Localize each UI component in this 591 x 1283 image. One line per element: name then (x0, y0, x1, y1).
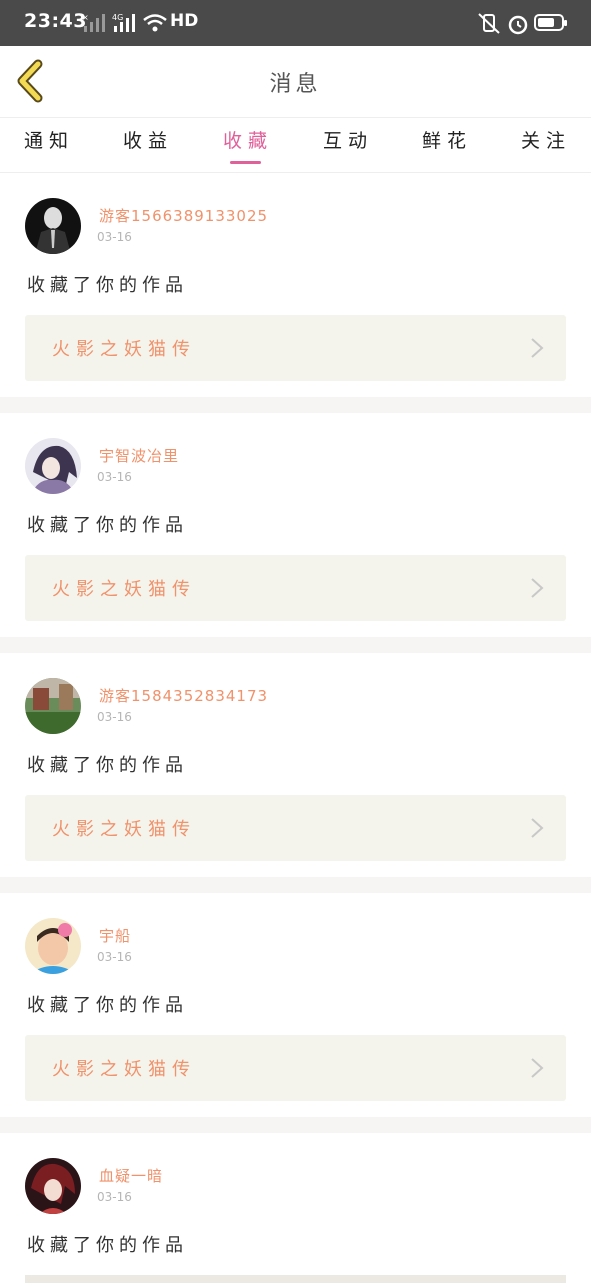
svg-text:×: × (82, 13, 89, 22)
tab-interaction[interactable]: 互动 (313, 126, 383, 153)
list-item: 游客1584352834173 03-16 收藏了你的作品 火影之妖猫传 (0, 653, 591, 877)
chevron-right-icon (531, 1058, 544, 1078)
avatar[interactable] (25, 438, 81, 494)
list-item: 宇船 03-16 收藏了你的作品 火影之妖猫传 (0, 893, 591, 1117)
message-date: 03-16 (97, 230, 132, 244)
list-item: 血疑一暗 03-16 收藏了你的作品 (0, 1133, 591, 1283)
message-date: 03-16 (97, 710, 132, 724)
work-title: 火影之妖猫传 (52, 339, 196, 360)
work-link[interactable]: 火影之妖猫传 (25, 555, 566, 621)
avatar[interactable] (25, 1158, 81, 1214)
message-date: 03-16 (97, 1190, 132, 1204)
user-avatar-icon (25, 198, 81, 254)
signal-4g-icon: 4G (112, 13, 135, 32)
user-avatar-icon (25, 438, 81, 494)
list-item: 游客1566389133025 03-16 收藏了你的作品 火影之妖猫传 (0, 173, 591, 397)
avatar[interactable] (25, 678, 81, 734)
work-link[interactable]: 火影之妖猫传 (25, 1035, 566, 1101)
battery-icon (534, 14, 567, 31)
work-title: 火影之妖猫传 (52, 819, 196, 840)
tab-earnings[interactable]: 收益 (113, 126, 183, 153)
alarm-icon (508, 15, 528, 35)
message-tabs: 通知 收益 收藏 互动 鲜花 关注 (0, 118, 591, 173)
status-time: 23:43 (24, 10, 87, 32)
message-text: 收藏了你的作品 (27, 275, 188, 296)
username[interactable]: 游客1566389133025 (99, 205, 268, 226)
username[interactable]: 血疑一暗 (99, 1165, 163, 1186)
work-title: 火影之妖猫传 (52, 579, 196, 600)
signal-icon: × (82, 13, 105, 32)
message-text: 收藏了你的作品 (27, 1235, 188, 1256)
username[interactable]: 宇船 (99, 925, 131, 946)
network-label: HD (170, 11, 199, 31)
vibrate-icon (478, 13, 500, 34)
work-link[interactable]: 火影之妖猫传 (25, 795, 566, 861)
tab-notice[interactable]: 通知 (14, 126, 84, 153)
app-header: 消息 (0, 46, 591, 118)
tab-flowers[interactable]: 鲜花 (412, 126, 482, 153)
status-bar: 23:43 × 4G HD (0, 0, 591, 46)
avatar[interactable] (25, 918, 81, 974)
tab-follow[interactable]: 关注 (511, 126, 581, 153)
page-title: 消息 (269, 72, 322, 97)
username[interactable]: 宇智波冶里 (99, 445, 179, 466)
list-item: 宇智波冶里 03-16 收藏了你的作品 火影之妖猫传 (0, 413, 591, 637)
avatar[interactable] (25, 198, 81, 254)
active-tab-indicator (230, 161, 261, 164)
message-date: 03-16 (97, 470, 132, 484)
work-title: 火影之妖猫传 (52, 1059, 196, 1080)
tab-favorites[interactable]: 收藏 (213, 126, 283, 153)
chevron-right-icon (531, 578, 544, 598)
message-text: 收藏了你的作品 (27, 995, 188, 1016)
username[interactable]: 游客1584352834173 (99, 685, 268, 706)
message-text: 收藏了你的作品 (27, 515, 188, 536)
user-avatar-icon (25, 1158, 81, 1214)
svg-text:4G: 4G (112, 13, 123, 22)
user-avatar-icon (25, 918, 81, 974)
chevron-right-icon (531, 818, 544, 838)
work-link[interactable] (25, 1275, 566, 1283)
user-avatar-icon (25, 678, 81, 734)
chevron-right-icon (531, 338, 544, 358)
message-text: 收藏了你的作品 (27, 755, 188, 776)
work-link[interactable]: 火影之妖猫传 (25, 315, 566, 381)
wifi-icon (143, 14, 167, 32)
message-date: 03-16 (97, 950, 132, 964)
